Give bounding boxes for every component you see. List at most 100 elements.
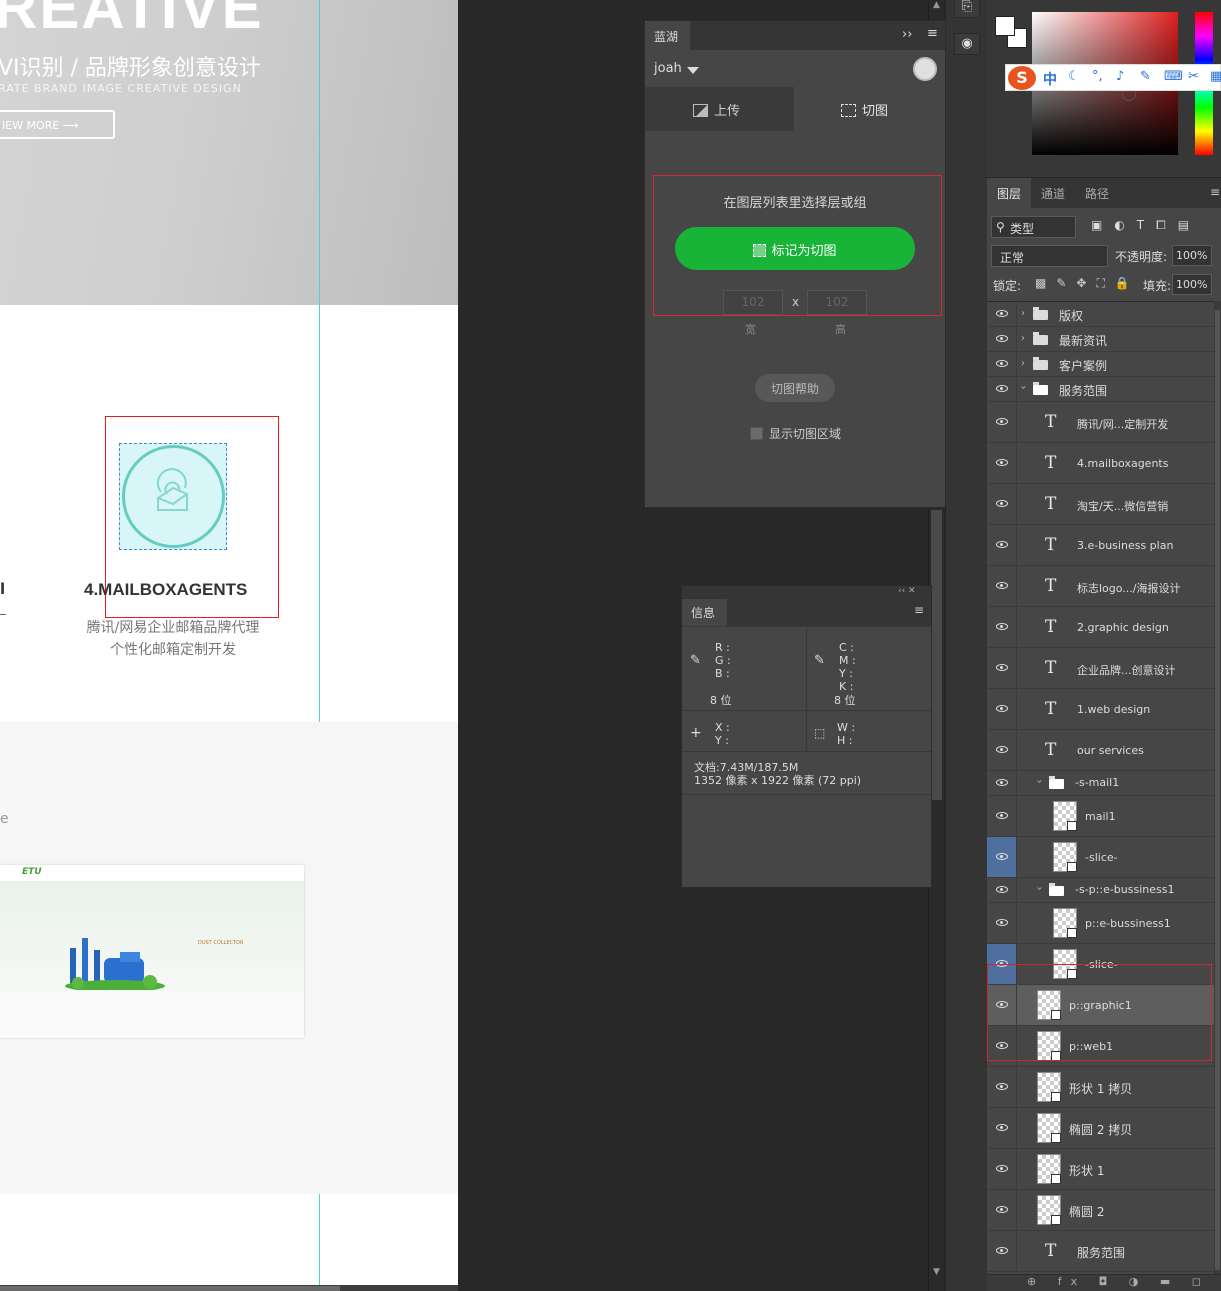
scroll-down-icon[interactable]: ▼ xyxy=(931,1267,942,1281)
tab-paths[interactable]: 路径 xyxy=(1075,178,1119,208)
blend-mode-select[interactable]: 正常 xyxy=(991,245,1108,267)
hamburger-icon[interactable]: ≡ xyxy=(927,26,938,41)
chevron-down-icon[interactable]: › xyxy=(1034,780,1045,784)
visibility-toggle[interactable] xyxy=(987,1190,1017,1230)
scissors-icon[interactable]: ✂ xyxy=(1188,69,1199,84)
visibility-toggle[interactable] xyxy=(987,730,1017,770)
visibility-toggle[interactable] xyxy=(987,837,1017,877)
grid-icon[interactable]: ▦ xyxy=(1210,69,1221,84)
visibility-toggle[interactable] xyxy=(987,352,1017,376)
keyboard-icon[interactable]: ⌨ xyxy=(1164,69,1183,84)
layer-row[interactable]: › 版权 xyxy=(987,302,1215,327)
show-slice-checkbox[interactable] xyxy=(750,427,763,440)
layer-row[interactable]: › 客户案例 xyxy=(987,352,1215,377)
filter-icons[interactable]: ▣◐T⧠▤ xyxy=(1091,218,1201,233)
visibility-toggle[interactable] xyxy=(987,302,1017,326)
layer-row[interactable]: 形状 1 xyxy=(987,1149,1215,1190)
opacity-input[interactable]: 100% xyxy=(1172,245,1212,266)
mic-icon[interactable]: ♪ xyxy=(1116,69,1124,84)
tab-upload[interactable]: 上传 xyxy=(645,87,793,131)
layer-row[interactable]: T 服务范围 xyxy=(987,1231,1215,1272)
visibility-toggle[interactable] xyxy=(987,689,1017,729)
layer-row[interactable]: T our services xyxy=(987,730,1215,771)
chevron-right-icon[interactable]: › xyxy=(1021,333,1025,344)
layer-row[interactable]: T 1.web design xyxy=(987,689,1215,730)
chevron-right-icon[interactable]: › xyxy=(1021,358,1025,369)
sogou-logo-icon[interactable]: S xyxy=(1008,66,1036,90)
layer-row[interactable]: T 企业品牌...创意设计 xyxy=(987,648,1215,689)
show-slice-label[interactable]: 显示切图区域 xyxy=(769,425,841,442)
document-canvas[interactable]: REATIVE VI识别 / 品牌形象创意设计 RATE BRAND IMAGE… xyxy=(0,0,458,1285)
visibility-toggle[interactable] xyxy=(987,1149,1017,1189)
visibility-toggle[interactable] xyxy=(987,377,1017,401)
visibility-toggle[interactable] xyxy=(987,607,1017,647)
layer-row[interactable]: T 3.e-business plan xyxy=(987,525,1215,566)
tab-layers[interactable]: 图层 xyxy=(987,178,1031,208)
scroll-up-icon[interactable]: ▲ xyxy=(931,0,942,14)
plugin-icon[interactable]: ◉ xyxy=(954,33,980,55)
layers-vscroll-thumb[interactable] xyxy=(1215,310,1220,1270)
caret-down-icon[interactable] xyxy=(687,67,699,74)
layers-footer-icons[interactable]: ⊕ fx ◘ ◑ ▬ ◻ ▭ xyxy=(987,1274,1221,1291)
lanhu-tab[interactable]: 蓝湖 xyxy=(645,21,690,50)
layer-row[interactable]: T 腾讯/网...定制开发 xyxy=(987,402,1215,443)
mark-as-slice-button[interactable]: 标记为切图 xyxy=(675,227,915,270)
visibility-toggle[interactable] xyxy=(987,771,1017,795)
layer-row[interactable]: mail1 xyxy=(987,796,1215,837)
width-input[interactable]: 102 xyxy=(723,290,783,315)
visibility-toggle[interactable] xyxy=(987,1108,1017,1148)
layer-row[interactable]: 形状 1 拷贝 xyxy=(987,1067,1215,1108)
layer-row[interactable]: 椭圆 2 拷贝 xyxy=(987,1108,1215,1149)
visibility-toggle[interactable] xyxy=(987,903,1017,943)
history-icon[interactable]: ⎘ xyxy=(954,0,980,18)
hamburger-icon[interactable]: ≡ xyxy=(1209,178,1221,208)
layer-row[interactable]: T 4.mailboxagents xyxy=(987,443,1215,484)
layer-row[interactable]: › 最新资讯 xyxy=(987,327,1215,352)
fill-input[interactable]: 100% xyxy=(1172,274,1212,295)
lock-icons[interactable]: ▩✎✥⛶🔒 xyxy=(1035,276,1140,291)
username[interactable]: joah xyxy=(654,61,682,76)
layer-row[interactable]: › -s-mail1 xyxy=(987,771,1215,796)
avatar[interactable] xyxy=(913,57,937,81)
moon-icon[interactable]: ☾ xyxy=(1068,69,1080,84)
layer-row[interactable]: -slice- xyxy=(987,837,1215,878)
chevron-right-icon[interactable]: › xyxy=(1021,308,1025,319)
info-tab[interactable]: 信息 xyxy=(682,599,727,626)
layer-row[interactable]: T 2.graphic design xyxy=(987,607,1215,648)
layer-row[interactable]: p::e-bussiness1 xyxy=(987,903,1215,944)
hamburger-icon[interactable]: ≡ xyxy=(914,603,924,617)
slice-help-button[interactable]: 切图帮助 xyxy=(755,374,835,402)
canvas-hscroll-thumb[interactable] xyxy=(0,1286,340,1291)
layer-row[interactable]: T 淘宝/天...微信营销 xyxy=(987,484,1215,525)
visibility-toggle[interactable] xyxy=(987,484,1017,524)
visibility-toggle[interactable] xyxy=(987,878,1017,902)
visibility-toggle[interactable] xyxy=(987,1067,1017,1107)
visibility-toggle[interactable] xyxy=(987,1231,1017,1271)
visibility-toggle[interactable] xyxy=(987,566,1017,606)
visibility-toggle[interactable] xyxy=(987,525,1017,565)
tab-channels[interactable]: 通道 xyxy=(1031,178,1075,208)
info-header-controls[interactable]: ‹‹ ✕ xyxy=(682,586,931,599)
visibility-toggle[interactable] xyxy=(987,648,1017,688)
ime-mode[interactable]: 中 xyxy=(1043,69,1057,89)
layer-row[interactable]: T 标志logo.../海报设计 xyxy=(987,566,1215,607)
layer-row[interactable]: 椭圆 2 xyxy=(987,1190,1215,1231)
layer-row[interactable]: › -s-p::e-bussiness1 xyxy=(987,878,1215,903)
chevron-down-icon[interactable]: › xyxy=(1034,887,1045,891)
double-chevron-right-icon[interactable]: ›› xyxy=(902,27,912,42)
layer-row[interactable]: › 服务范围 xyxy=(987,377,1215,402)
folder-open-icon xyxy=(1049,776,1064,789)
punct-icon[interactable]: °, xyxy=(1092,69,1103,84)
visibility-toggle[interactable] xyxy=(987,327,1017,351)
layer-filter-select[interactable]: ⚲ 类型 xyxy=(991,216,1076,238)
visibility-toggle[interactable] xyxy=(987,796,1017,836)
visibility-toggle[interactable] xyxy=(987,443,1017,483)
foreground-color-swatch[interactable] xyxy=(995,16,1015,36)
chevron-down-icon[interactable]: › xyxy=(1018,386,1029,390)
visibility-toggle[interactable] xyxy=(987,402,1017,442)
layer-name: 淘宝/天...微信营销 xyxy=(1077,500,1169,513)
pen-icon[interactable]: ✎ xyxy=(1140,69,1151,84)
tab-slice[interactable]: 切图 xyxy=(794,87,945,131)
height-input[interactable]: 102 xyxy=(807,290,867,315)
panel-vscroll-thumb[interactable] xyxy=(931,510,942,800)
